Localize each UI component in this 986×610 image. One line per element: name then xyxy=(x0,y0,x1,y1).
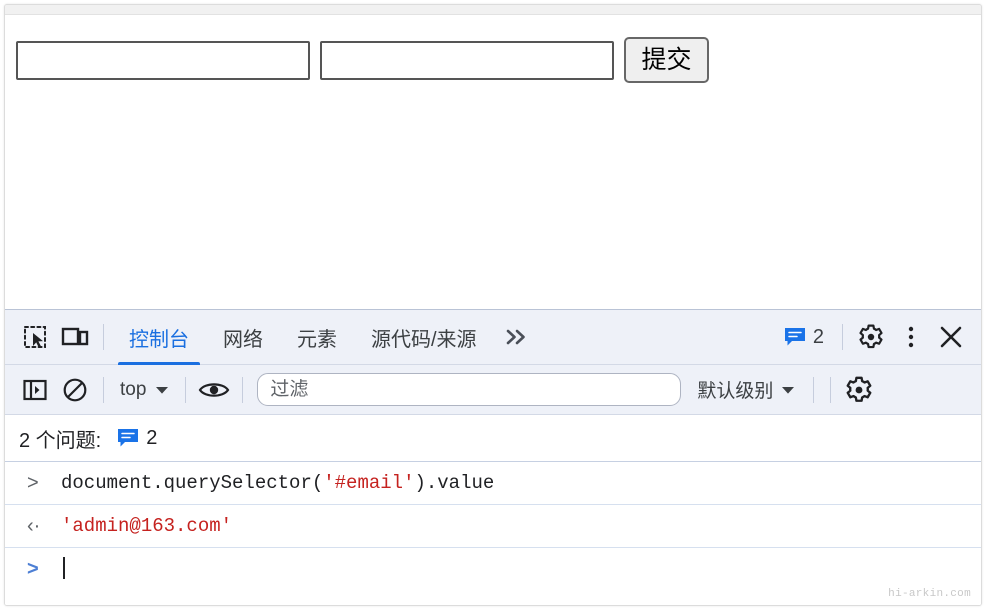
issues-summary-bar[interactable]: 2 个问题: 2 xyxy=(5,415,981,462)
log-level-dropdown[interactable]: 默认级别 xyxy=(687,374,805,406)
page-viewport: 提交 xyxy=(5,15,981,309)
device-toolbar-icon[interactable] xyxy=(55,317,95,357)
more-tabs-chevron-icon[interactable] xyxy=(494,315,538,359)
result-marker: ‹· xyxy=(27,515,41,537)
tab-label: 元素 xyxy=(297,328,337,351)
kebab-menu-icon[interactable] xyxy=(891,317,931,357)
text-caret xyxy=(63,557,65,579)
log-level-label: 默认级别 xyxy=(697,381,774,402)
tab-label: 网络 xyxy=(223,328,263,351)
execution-context-label: top xyxy=(120,378,147,400)
password-field[interactable] xyxy=(320,40,614,80)
close-icon[interactable] xyxy=(931,317,971,357)
issues-count: 2 xyxy=(812,325,824,348)
issues-summary-count-group: 2 xyxy=(117,427,157,450)
message-icon xyxy=(784,328,805,346)
tab-label: 控制台 xyxy=(129,328,189,351)
console-input-line: > document.querySelector('#email').value xyxy=(5,462,981,505)
tab-network[interactable]: 网络 xyxy=(206,310,280,365)
code-string-literal: '#email' xyxy=(323,472,415,494)
toolbar-divider xyxy=(103,376,104,403)
submit-button[interactable]: 提交 xyxy=(624,37,709,83)
console-toolbar: top 默认级别 xyxy=(5,365,981,415)
issues-counter-button[interactable]: 2 xyxy=(774,319,834,355)
chevron-down-icon xyxy=(782,386,795,394)
watermark: hi-arkin.com xyxy=(888,588,971,600)
message-icon xyxy=(118,429,139,447)
tab-elements[interactable]: 元素 xyxy=(280,310,354,365)
console-expression: document.querySelector('#email').value xyxy=(61,471,494,495)
code-segment: ).value xyxy=(414,472,495,494)
inspect-element-icon[interactable] xyxy=(15,317,55,357)
browser-window: 提交 控制台 网络 元素 源代码/来源 2 top 过滤 默认级别 2 个问题:… xyxy=(4,4,982,606)
toolbar-divider xyxy=(830,376,832,403)
console-output[interactable]: > document.querySelector('#email').value… xyxy=(5,462,981,605)
toolbar-divider xyxy=(103,324,104,350)
live-expression-icon[interactable] xyxy=(194,370,234,410)
toolbar-divider xyxy=(813,376,815,403)
login-form: 提交 xyxy=(16,37,709,83)
console-sidebar-icon[interactable] xyxy=(15,370,55,410)
browser-chrome-strip xyxy=(5,5,981,15)
chevron-down-icon xyxy=(156,386,169,394)
prompt-marker: > xyxy=(27,472,39,494)
tab-sources[interactable]: 源代码/来源 xyxy=(354,310,494,365)
issues-summary-count: 2 xyxy=(146,426,158,449)
issues-summary-label: 2 个问题: xyxy=(19,429,102,452)
filter-input[interactable] xyxy=(257,373,682,406)
toolbar-divider xyxy=(185,376,187,403)
tab-label: 源代码/来源 xyxy=(371,328,477,351)
toolbar-divider xyxy=(842,324,843,350)
code-segment: document.querySelector( xyxy=(61,472,324,494)
email-field[interactable] xyxy=(16,40,310,80)
toolbar-divider xyxy=(242,376,244,403)
devtools-tabbar: 控制台 网络 元素 源代码/来源 2 xyxy=(5,310,981,365)
tab-console[interactable]: 控制台 xyxy=(112,310,206,365)
console-result-value: 'admin@163.com' xyxy=(61,515,233,537)
gear-icon[interactable] xyxy=(839,370,879,410)
console-result-line: ‹· 'admin@163.com' xyxy=(5,505,981,548)
devtools-panel: 控制台 网络 元素 源代码/来源 2 top 过滤 默认级别 2 个问题: 2 … xyxy=(5,309,981,605)
prompt-marker: > xyxy=(27,558,39,580)
console-prompt-line[interactable]: > xyxy=(5,548,981,590)
gear-icon[interactable] xyxy=(851,317,891,357)
execution-context-dropdown[interactable]: top xyxy=(112,374,177,406)
clear-console-icon[interactable] xyxy=(55,370,95,410)
